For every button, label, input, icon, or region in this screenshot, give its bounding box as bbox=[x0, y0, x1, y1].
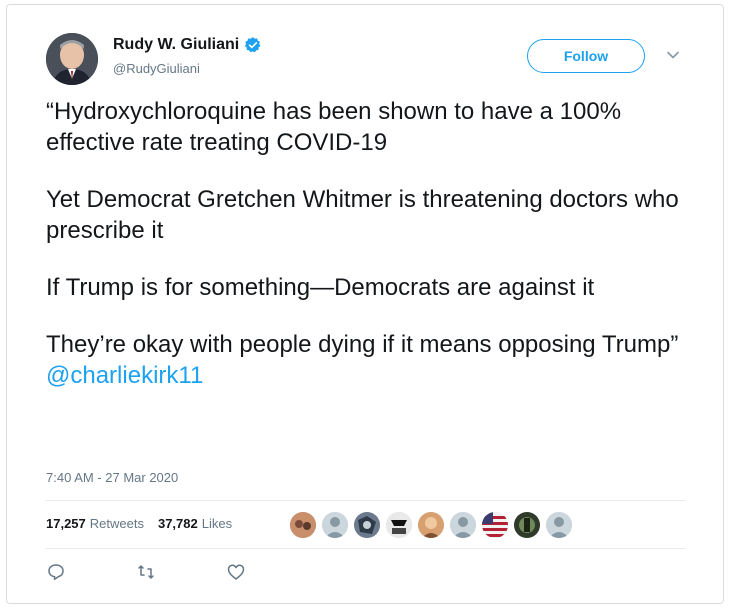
tweet-paragraph: They’re okay with people dying if it mea… bbox=[46, 329, 696, 391]
liker-avatar[interactable] bbox=[546, 512, 572, 538]
verified-badge-icon bbox=[245, 37, 261, 53]
liker-avatar[interactable] bbox=[418, 512, 444, 538]
divider bbox=[46, 500, 686, 501]
tweet-timestamp[interactable]: 7:40 AM - 27 Mar 2020 bbox=[46, 470, 178, 485]
author-avatar[interactable] bbox=[46, 33, 98, 85]
liker-avatar[interactable] bbox=[322, 512, 348, 538]
heart-icon[interactable] bbox=[226, 562, 246, 582]
likes-stat[interactable]: 37,782 Likes bbox=[158, 516, 232, 531]
liker-avatar[interactable] bbox=[482, 512, 508, 538]
liker-avatar[interactable] bbox=[450, 512, 476, 538]
chevron-down-icon[interactable] bbox=[666, 48, 680, 62]
liker-avatar[interactable] bbox=[354, 512, 380, 538]
likes-label: Likes bbox=[201, 516, 233, 531]
follow-button[interactable]: Follow bbox=[527, 39, 645, 73]
tweet-paragraph: Yet Democrat Gretchen Whitmer is threate… bbox=[46, 186, 679, 244]
reply-icon[interactable] bbox=[46, 562, 66, 582]
likes-count: 37,782 bbox=[157, 516, 198, 531]
liker-avatar[interactable] bbox=[514, 512, 540, 538]
engagement-stats: 17,257 Retweets 37,782 Likes bbox=[46, 516, 232, 531]
tweet-text: “Hydroxychloroquine has been shown to ha… bbox=[46, 96, 696, 417]
author-name-row[interactable]: Rudy W. Giuliani bbox=[113, 36, 262, 54]
likers-avatars bbox=[290, 512, 578, 538]
retweets-label: Retweets bbox=[89, 516, 144, 531]
author-handle[interactable]: @RudyGiuliani bbox=[113, 61, 200, 76]
retweets-stat[interactable]: 17,257 Retweets bbox=[46, 516, 144, 531]
divider bbox=[46, 548, 686, 549]
retweets-count: 17,257 bbox=[46, 516, 86, 531]
tweet-paragraph: If Trump is for something—Democrats are … bbox=[46, 274, 595, 301]
author-name[interactable]: Rudy W. Giuliani bbox=[113, 36, 239, 54]
mention-link[interactable]: @charliekirk11 bbox=[46, 362, 203, 389]
tweet-last-text: They’re okay with people dying if it mea… bbox=[46, 331, 679, 358]
retweet-icon[interactable] bbox=[136, 562, 156, 582]
tweet-actions bbox=[46, 562, 316, 582]
liker-avatar[interactable] bbox=[386, 512, 412, 538]
tweet-paragraph: “Hydroxychloroquine has been shown to ha… bbox=[46, 98, 622, 156]
liker-avatar[interactable] bbox=[290, 512, 316, 538]
